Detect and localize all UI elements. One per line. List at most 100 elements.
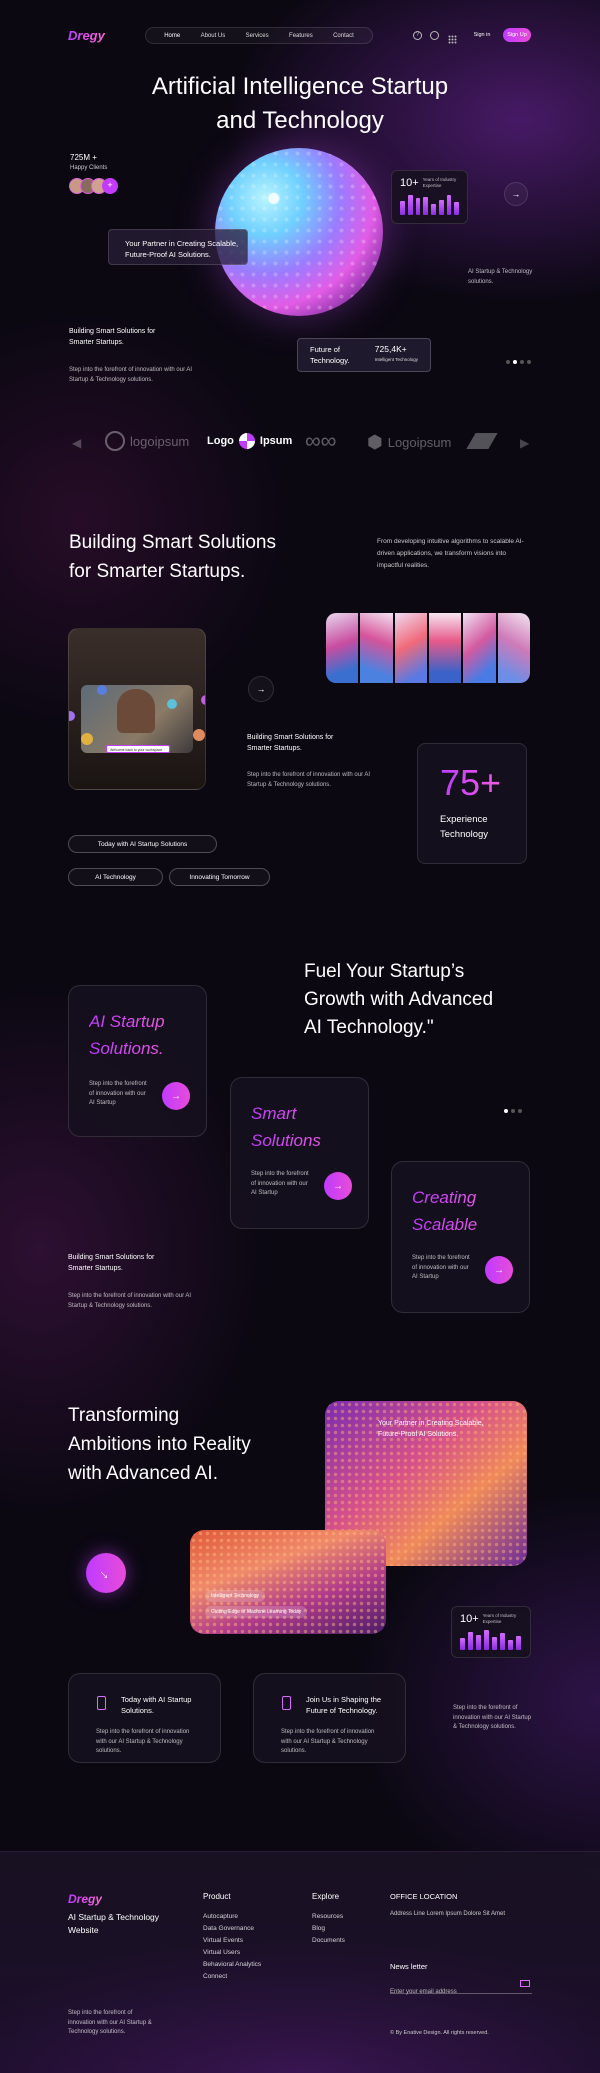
- years-bar-chart: [460, 1630, 522, 1650]
- future-card: Future of Technology. 725,4K+ Intelligen…: [297, 338, 431, 372]
- hexagon-logo-icon: ⬢: [367, 432, 383, 452]
- footer-link[interactable]: Blog: [312, 1925, 345, 1932]
- years-label: Years of Industry Expertise: [422, 177, 457, 188]
- grid-menu-icon[interactable]: [448, 31, 457, 44]
- phone-icon: [97, 1696, 106, 1710]
- chip-intelligent-technology: Intelligent Technology: [205, 1590, 265, 1602]
- footer-link[interactable]: Behavioral Analytics: [203, 1961, 261, 1968]
- hero-desc: Step into the forefront of innovation wi…: [69, 367, 193, 383]
- pagination-dot-active[interactable]: [513, 360, 517, 364]
- footer-office-address: Address Line Lorem Ipsum Dolore Sit Amet: [390, 1911, 506, 1917]
- footer-link[interactable]: Resources: [312, 1913, 345, 1920]
- fuel-side-title: Building Smart Solutions for Smarter Sta…: [68, 1254, 155, 1272]
- service-card-desc: Step into the forefront of innovation wi…: [412, 1255, 470, 1281]
- participant-icon[interactable]: [167, 699, 177, 709]
- gallery-image: [394, 613, 427, 683]
- brand-logo[interactable]: Dregy: [68, 28, 105, 43]
- fuel-title: Fuel Your Startup’s Growth with Advanced…: [304, 961, 494, 1038]
- tag-innovating-tomorrow[interactable]: Innovating Tomorrow: [169, 868, 270, 886]
- service-card-title: Smart Solutions: [251, 1100, 368, 1154]
- participant-icon[interactable]: [81, 733, 93, 745]
- service-card-smart-solutions[interactable]: Smart Solutions Step into the forefront …: [230, 1077, 369, 1229]
- pagination-dot[interactable]: [527, 360, 531, 364]
- nav-contact[interactable]: Contact: [333, 33, 354, 39]
- newsletter-input[interactable]: Enter your email address: [390, 1980, 532, 1995]
- abstract-gallery: [326, 613, 530, 683]
- footer-explore-links: Resources Blog Documents: [312, 1913, 345, 1949]
- logos-next-icon[interactable]: ▶: [520, 436, 529, 450]
- service-card-arrow-button[interactable]: →: [485, 1256, 513, 1284]
- pagination-dot[interactable]: [511, 1109, 515, 1113]
- gallery-image: [428, 613, 462, 683]
- clients-label: Happy Clients: [70, 165, 108, 171]
- service-card-arrow-button[interactable]: →: [162, 1082, 190, 1110]
- footer-link[interactable]: Data Governance: [203, 1925, 261, 1932]
- solutions-desc: From developing intuitive algorithms to …: [377, 538, 524, 569]
- feature-card-join[interactable]: Join Us in Shaping the Future of Technol…: [253, 1673, 406, 1763]
- future-label: Intelligent Technology: [374, 357, 418, 362]
- footer-brand[interactable]: Dregy: [68, 1892, 102, 1906]
- pinwheel-logo-icon: [238, 433, 255, 449]
- years-label: Years of Industry Expertise: [482, 1613, 517, 1624]
- mail-icon[interactable]: [520, 1980, 530, 1987]
- nav-features[interactable]: Features: [289, 33, 313, 39]
- transform-years-card: 10+ Years of Industry Expertise: [451, 1606, 531, 1658]
- signin-button[interactable]: Sign in: [471, 28, 493, 42]
- experience-value: 75+: [440, 762, 526, 804]
- pagination-dot[interactable]: [520, 360, 524, 364]
- solutions-sub-desc: Step into the forefront of innovation wi…: [247, 772, 371, 788]
- service-card-title: Creating Scalable: [412, 1184, 529, 1238]
- hero-building-title: Building Smart Solutions for Smarter Sta…: [69, 328, 156, 346]
- participant-icon[interactable]: [69, 711, 75, 721]
- future-line2: Technology.: [310, 356, 350, 365]
- solutions-title: Building Smart Solutions for Smarter Sta…: [69, 532, 276, 582]
- arrow-right-icon: →: [95, 1562, 117, 1584]
- globe-icon[interactable]: [430, 31, 439, 40]
- feature-card-title: Join Us in Shaping the Future of Technol…: [306, 1695, 382, 1715]
- footer-link[interactable]: Virtual Users: [203, 1949, 261, 1956]
- circle-logo-icon: [105, 431, 125, 451]
- pagination-dot-active[interactable]: [504, 1109, 508, 1113]
- hero-title-line1: Artificial Intelligence Startup: [151, 73, 449, 100]
- fuel-side-desc: Step into the forefront of innovation wi…: [68, 1293, 192, 1309]
- service-card-desc: Step into the forefront of innovation wi…: [89, 1081, 147, 1107]
- solutions-sub-title: Building Smart Solutions for Smarter Sta…: [247, 734, 334, 752]
- participant-icon[interactable]: [193, 729, 205, 741]
- footer-link[interactable]: Autocapture: [203, 1913, 261, 1920]
- feature-card-today[interactable]: Today with AI Startup Solutions. Step in…: [68, 1673, 221, 1763]
- add-avatar-icon: +: [102, 178, 118, 194]
- participant-icon[interactable]: [201, 695, 205, 705]
- copyright: © By Enative Design. All rights reserved…: [390, 2030, 489, 2036]
- service-card-ai-startup[interactable]: AI Startup Solutions. Step into the fore…: [68, 985, 207, 1137]
- gallery-image: [497, 613, 530, 683]
- service-card-arrow-button[interactable]: →: [324, 1172, 352, 1200]
- nav-services[interactable]: Services: [246, 33, 269, 39]
- service-card-title: AI Startup Solutions.: [89, 1008, 206, 1062]
- tag-ai-technology[interactable]: AI Technology: [68, 868, 163, 886]
- help-icon[interactable]: ?: [413, 31, 422, 40]
- participant-icon[interactable]: [97, 685, 107, 695]
- years-value: 10+: [460, 1613, 479, 1625]
- footer-link[interactable]: Connect: [203, 1973, 261, 1980]
- call-overlay-bar: Welcome back to your workspace: [106, 745, 170, 753]
- experience-label: Experience Technology: [440, 814, 489, 840]
- slash-logo-icon: [466, 433, 498, 449]
- footer-link[interactable]: Virtual Events: [203, 1937, 261, 1944]
- nav-about[interactable]: About Us: [201, 33, 226, 39]
- footer-link[interactable]: Documents: [312, 1937, 345, 1944]
- transform-image-bottom: [190, 1530, 386, 1634]
- transform-arrow-button[interactable]: →: [86, 1553, 126, 1593]
- hero-pagination: [506, 360, 531, 364]
- logos-prev-icon[interactable]: ◀: [72, 436, 81, 450]
- hero-next-button[interactable]: →: [504, 182, 528, 206]
- gallery-image: [326, 613, 359, 683]
- footer-product-title: Product: [203, 1892, 231, 1901]
- pagination-dot[interactable]: [518, 1109, 522, 1113]
- pagination-dot[interactable]: [506, 360, 510, 364]
- solutions-next-button[interactable]: →: [248, 676, 274, 702]
- tag-ai-startup-solutions[interactable]: Today with AI Startup Solutions: [68, 835, 217, 853]
- signup-button[interactable]: Sign Up: [503, 28, 531, 42]
- service-card-creating-scalable[interactable]: Creating Scalable Step into the forefron…: [391, 1161, 530, 1313]
- feature-card-title: Today with AI Startup Solutions.: [121, 1695, 192, 1715]
- nav-home[interactable]: Home: [164, 33, 180, 39]
